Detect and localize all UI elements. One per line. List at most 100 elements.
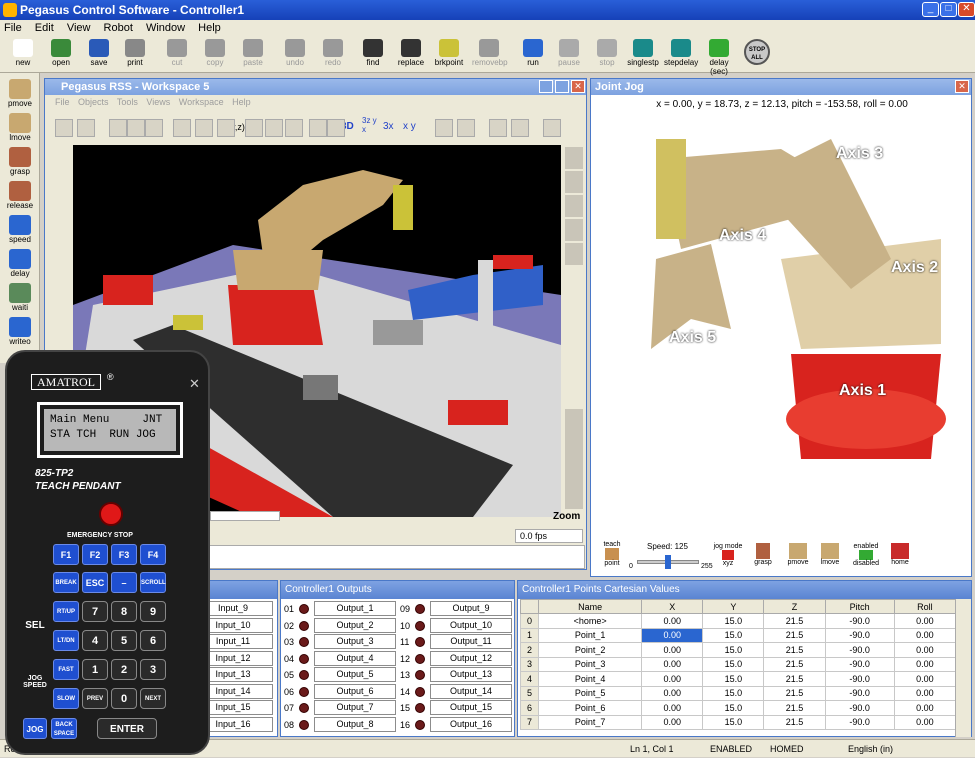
points-cell[interactable]: 0.00 [893, 685, 957, 701]
points-cell[interactable]: 0.00 [641, 613, 704, 629]
pendant-f3-key[interactable]: F3 [111, 544, 137, 565]
workspace-tool-6-icon[interactable] [173, 119, 191, 137]
points-cell[interactable]: 15.0 [702, 685, 765, 701]
move-tool-icon[interactable] [565, 243, 583, 265]
workspace-tool-4-icon[interactable] [127, 119, 145, 137]
points-cell[interactable]: 0.00 [641, 700, 704, 716]
workspace-tool-10-icon[interactable] [265, 119, 283, 137]
palette-release-button[interactable]: release [3, 181, 37, 210]
ws-menu-views[interactable]: Views [146, 97, 170, 107]
workspace-close-button[interactable]: ✕ [571, 80, 585, 93]
points-cell[interactable]: 0.00 [893, 642, 957, 658]
pendant-key-9[interactable]: 9 [140, 601, 166, 622]
points-cell[interactable]: 0.00 [893, 671, 957, 687]
palette-speed-button[interactable]: speed [3, 215, 37, 244]
points-cell[interactable]: Point_5 [537, 685, 643, 701]
redo-button[interactable]: redo [316, 38, 350, 72]
output-led[interactable] [299, 637, 309, 647]
palette-delay-button[interactable]: delay [3, 249, 37, 278]
output-name-field[interactable]: Output_3 [314, 634, 396, 649]
output-name-field[interactable]: Output_6 [314, 683, 396, 699]
points-column-header[interactable]: X [641, 599, 704, 614]
menu-help[interactable]: Help [198, 22, 221, 34]
table-row[interactable]: 6 Point_6 0.00 15.0 21.5 -90.0 0.00 [520, 700, 957, 716]
points-cell[interactable]: 15.0 [702, 700, 765, 716]
workspace-tool-5-icon[interactable] [145, 119, 163, 137]
workspace-tool-15-icon[interactable] [457, 119, 475, 137]
output-name-field[interactable]: Output_12 [430, 650, 512, 666]
workspace-tool-17-icon[interactable] [511, 119, 529, 137]
enable-toggle[interactable]: enabled disabled [849, 543, 883, 567]
menu-window[interactable]: Window [146, 22, 185, 34]
points-cell[interactable]: 21.5 [763, 685, 826, 701]
find-button[interactable]: find [356, 38, 390, 72]
delay-sec-button[interactable]: delay (sec) [702, 38, 736, 76]
points-cell[interactable]: Point_7 [537, 714, 643, 730]
ws-menu-objects[interactable]: Objects [78, 97, 109, 107]
points-cell[interactable]: 15.0 [702, 671, 765, 687]
jog-mode-button[interactable]: jog mode xyz [713, 543, 743, 567]
paste-button[interactable]: paste [236, 38, 270, 72]
open-button[interactable]: open [44, 38, 78, 72]
points-cell[interactable]: Point_2 [537, 642, 643, 658]
workspace-tool-18-icon[interactable] [543, 119, 561, 137]
output-name-field[interactable]: Output_9 [430, 601, 512, 616]
teach-point-button[interactable]: teach point [597, 541, 627, 567]
output-name-field[interactable]: Output_13 [430, 667, 512, 682]
undo-button[interactable]: undo [278, 38, 312, 72]
pendant-key-next[interactable]: NEXT [140, 688, 166, 709]
workspace-tool-7-icon[interactable] [195, 119, 213, 137]
pan-tool-icon[interactable] [565, 171, 583, 193]
points-cell[interactable]: 21.5 [763, 613, 826, 629]
singlestp-button[interactable]: singlestp [626, 38, 660, 72]
points-cell[interactable]: <home> [537, 613, 643, 629]
save-button[interactable]: save [82, 38, 116, 72]
points-cell[interactable]: Point_6 [537, 700, 643, 716]
pendant-close-icon[interactable]: ✕ [189, 376, 200, 392]
zoom-region-icon[interactable] [565, 219, 583, 241]
output-led[interactable] [415, 686, 425, 697]
output-name-field[interactable]: Output_2 [314, 617, 396, 633]
points-cell[interactable]: 0.00 [641, 671, 704, 687]
points-cell[interactable]: 21.5 [763, 642, 826, 658]
minimize-button[interactable]: _ [922, 2, 939, 17]
pendant-lt-dn-key[interactable]: LT/DN [53, 630, 79, 651]
home-button[interactable]: home [887, 543, 913, 566]
replace-button[interactable]: replace [394, 38, 428, 72]
new-button[interactable]: new [6, 38, 40, 72]
workspace-tool-1-icon[interactable] [55, 119, 73, 137]
pendant-enter-key[interactable]: ENTER [97, 718, 157, 739]
points-column-header[interactable]: Pitch [824, 599, 895, 614]
output-name-field[interactable]: Output_16 [430, 716, 512, 732]
output-name-field[interactable]: Output_10 [430, 617, 512, 633]
points-cell[interactable]: 15.0 [702, 656, 765, 672]
view-zyx-button[interactable]: 3z y x [362, 116, 378, 134]
points-cell[interactable]: -90.0 [824, 700, 895, 716]
speed-slider[interactable] [637, 555, 699, 569]
output-led[interactable] [299, 653, 309, 664]
pendant-key-6[interactable]: 6 [140, 630, 166, 651]
points-cell[interactable]: Point_4 [537, 671, 643, 687]
speed-slider-thumb[interactable] [665, 555, 672, 569]
copy-button[interactable]: copy [198, 38, 232, 72]
output-name-field[interactable]: Output_5 [314, 667, 396, 682]
pendant-f1-key[interactable]: F1 [53, 544, 79, 565]
points-cell[interactable]: Point_1 [537, 627, 643, 643]
print-button[interactable]: print [118, 38, 152, 72]
workspace-tool-14-icon[interactable] [435, 119, 453, 137]
workspace-minimize-button[interactable] [539, 80, 553, 93]
pendant-jog-key[interactable]: JOG [23, 718, 47, 739]
table-row[interactable]: 2 Point_2 0.00 15.0 21.5 -90.0 0.00 [520, 642, 957, 658]
table-row[interactable]: 0 <home> 0.00 15.0 21.5 -90.0 0.00 [520, 613, 957, 629]
pendant-key-8[interactable]: 8 [111, 601, 137, 622]
output-led[interactable] [299, 604, 309, 614]
output-led[interactable] [299, 703, 309, 713]
brkpoint-button[interactable]: brkpoint [432, 38, 466, 72]
workspace-maximize-button[interactable] [555, 80, 569, 93]
pendant-esc-key[interactable]: ESC [82, 572, 108, 593]
points-column-header[interactable]: Roll [893, 599, 957, 614]
ws-menu-help[interactable]: Help [232, 97, 251, 107]
zoom-slider[interactable] [565, 409, 583, 509]
pendant-key-5[interactable]: 5 [111, 630, 137, 651]
output-led[interactable] [415, 620, 425, 631]
